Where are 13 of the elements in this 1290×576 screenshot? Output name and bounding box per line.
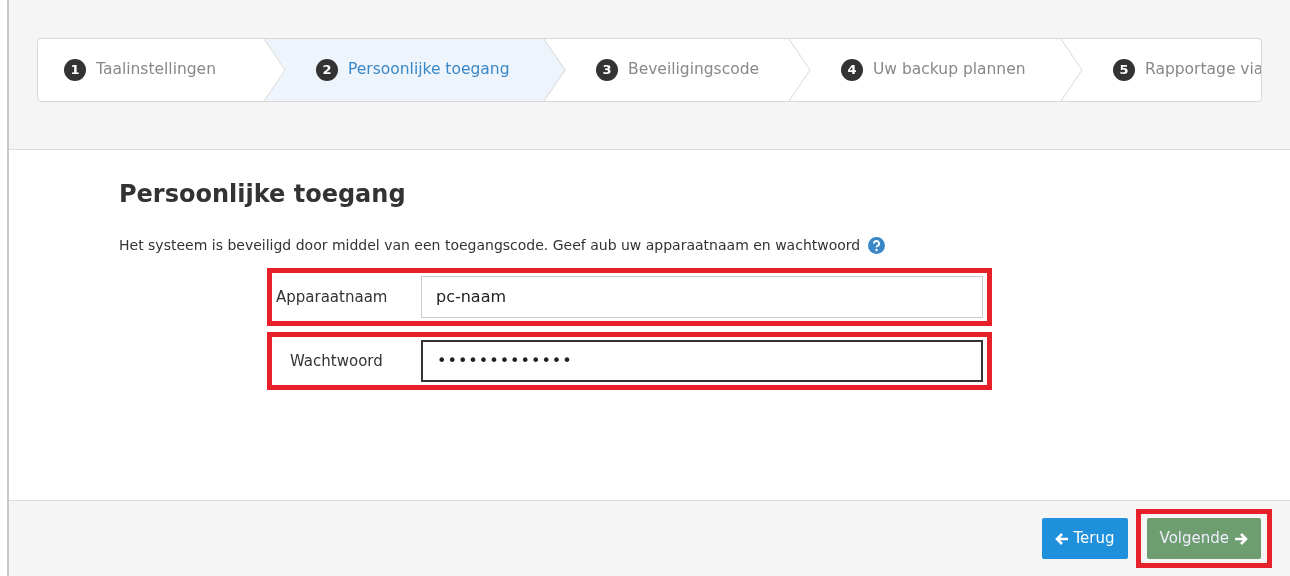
left-arrow-icon (1054, 531, 1069, 546)
intro-text: Het systeem is beveiligd door middel van een toegangscode. Geef aub uw apparaatnaam en wachtwoord (119, 235, 861, 255)
help-icon[interactable] (868, 236, 886, 254)
wizard-step[interactable]: 4 Uw backup plannen (811, 39, 1083, 101)
wizard-step[interactable]: 5 Rapportage via (1083, 39, 1261, 101)
field-label: Apparaatnaam (276, 286, 389, 308)
page-heading: Persoonlijke toegang (119, 180, 407, 209)
input-field[interactable]: pc-naam (421, 275, 983, 318)
password-field[interactable]: ••••••••••••• (421, 339, 983, 382)
field-label: Wachtwoord (289, 350, 384, 372)
right-arrow-icon (1234, 531, 1248, 546)
wizard-step[interactable]: 1 Taalinstellingen (38, 39, 286, 101)
wizard-step[interactable]: 3 Beveiligingscode (566, 39, 811, 101)
